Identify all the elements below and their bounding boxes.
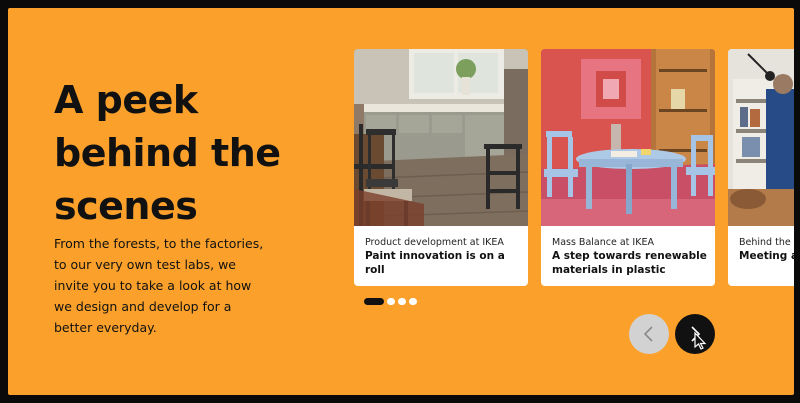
pagination-dot-1[interactable] — [364, 298, 384, 305]
carousel-next-button[interactable] — [675, 314, 715, 354]
pagination-dot-3[interactable] — [398, 298, 406, 305]
pagination-dot-2[interactable] — [387, 298, 395, 305]
pagination-dot-4[interactable] — [409, 298, 417, 305]
carousel-card-mass-balance[interactable]: Mass Balance at IKEA A step towards rene… — [541, 49, 715, 286]
card-title: Meeting an — [739, 250, 794, 262]
carousel-prev-button[interactable] — [629, 314, 669, 354]
card-kicker: Mass Balance at IKEA — [552, 237, 654, 248]
headline-line-3: scenes — [54, 184, 198, 228]
section-headline: A peek behind the scenes — [54, 74, 314, 233]
kitchen-dining-room-photo — [354, 49, 528, 226]
childrens-table-chairs-photo — [541, 49, 715, 226]
carousel-card-behind-the-scenes[interactable]: Behind the sc Meeting an — [728, 49, 794, 286]
headline-line-1: A peek — [54, 78, 198, 122]
workspace-photo — [728, 49, 794, 226]
peek-behind-scenes-section: A peek behind the scenes From the forest… — [8, 8, 794, 395]
card-kicker: Behind the sc — [739, 237, 794, 248]
carousel-track: Product development at IKEA Paint innova… — [354, 49, 794, 289]
card-title: Paint innovation is on a roll — [365, 250, 505, 276]
section-intro: From the forests, to the factories, to o… — [54, 236, 264, 335]
card-title: A step towards renewable materials in pl… — [552, 250, 707, 276]
headline-line-2: behind the — [54, 131, 281, 175]
card-kicker: Product development at IKEA — [365, 237, 504, 248]
carousel-card-paint-innovation[interactable]: Product development at IKEA Paint innova… — [354, 49, 528, 286]
